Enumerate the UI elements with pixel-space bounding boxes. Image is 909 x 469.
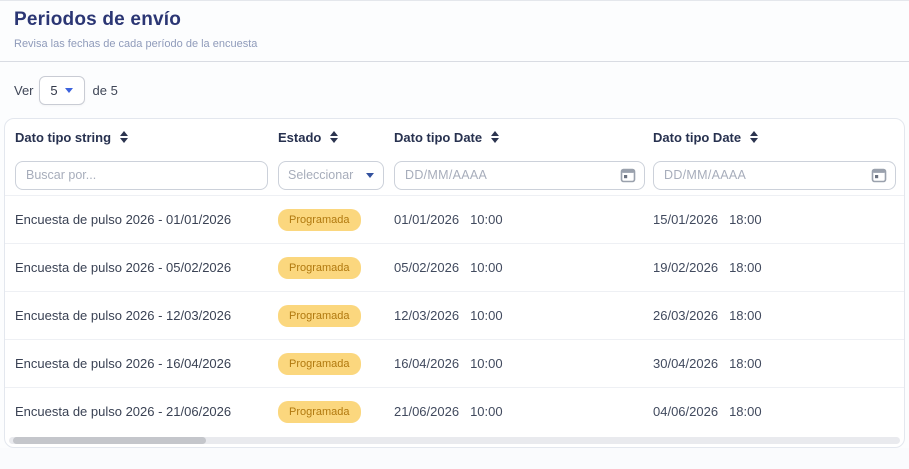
end-datetime: 30/04/202618:00 bbox=[653, 356, 898, 371]
end-datetime: 15/01/202618:00 bbox=[653, 212, 898, 227]
date-from-filter-cell: DD/MM/AAAA bbox=[394, 161, 653, 190]
status-filter-cell: Seleccionar bbox=[278, 161, 394, 190]
horizontal-scrollbar-track[interactable] bbox=[9, 437, 900, 444]
table-row[interactable]: Encuesta de pulso 2026 - 12/03/2026 Prog… bbox=[5, 291, 904, 339]
page-subtitle: Revisa las fechas de cada período de la … bbox=[14, 38, 895, 50]
chevron-down-icon bbox=[65, 88, 73, 93]
status-badge: Programada bbox=[278, 257, 361, 279]
sort-icon[interactable] bbox=[750, 131, 758, 143]
page-title: Periodos de envío bbox=[14, 9, 895, 31]
horizontal-scrollbar-thumb[interactable] bbox=[13, 437, 206, 444]
column-header-date-start[interactable]: Dato tipo Date bbox=[394, 130, 653, 145]
page-size-total-label: de 5 bbox=[93, 83, 118, 98]
chevron-down-icon bbox=[366, 173, 374, 178]
page-size-toolbar: Ver 5 de 5 bbox=[0, 62, 909, 115]
table-filter-row: Seleccionar DD/MM/AAAA DD/MM/AAAA bbox=[5, 155, 904, 195]
table-row[interactable]: Encuesta de pulso 2026 - 01/01/2026 Prog… bbox=[5, 195, 904, 243]
search-filter-cell bbox=[15, 161, 278, 190]
start-datetime: 16/04/202610:00 bbox=[394, 356, 653, 371]
period-name: Encuesta de pulso 2026 - 05/02/2026 bbox=[15, 260, 278, 275]
period-name: Encuesta de pulso 2026 - 12/03/2026 bbox=[15, 308, 278, 323]
page-size-value: 5 bbox=[50, 83, 57, 98]
table-row[interactable]: Encuesta de pulso 2026 - 05/02/2026 Prog… bbox=[5, 243, 904, 291]
table-row[interactable]: Encuesta de pulso 2026 - 21/06/2026 Prog… bbox=[5, 387, 904, 435]
column-header-string[interactable]: Dato tipo string bbox=[15, 130, 278, 145]
column-header-date-end[interactable]: Dato tipo Date bbox=[653, 130, 898, 145]
search-input[interactable] bbox=[15, 161, 268, 190]
page-size-select[interactable]: 5 bbox=[39, 76, 85, 105]
column-header-label: Dato tipo Date bbox=[394, 130, 482, 145]
column-header-estado[interactable]: Estado bbox=[278, 130, 394, 145]
calendar-icon[interactable] bbox=[871, 167, 887, 183]
calendar-icon[interactable] bbox=[620, 167, 636, 183]
date-to-input[interactable]: DD/MM/AAAA bbox=[653, 161, 896, 190]
status-badge: Programada bbox=[278, 353, 361, 375]
column-header-label: Dato tipo Date bbox=[653, 130, 741, 145]
end-datetime: 26/03/202618:00 bbox=[653, 308, 898, 323]
table-header-row: Dato tipo string Estado Dato tipo Date D… bbox=[5, 119, 904, 155]
periods-table: Dato tipo string Estado Dato tipo Date D… bbox=[4, 118, 905, 448]
status-badge: Programada bbox=[278, 209, 361, 231]
period-name: Encuesta de pulso 2026 - 21/06/2026 bbox=[15, 404, 278, 419]
end-datetime: 19/02/202618:00 bbox=[653, 260, 898, 275]
status-filter-select[interactable]: Seleccionar bbox=[278, 161, 384, 190]
end-datetime: 04/06/202618:00 bbox=[653, 404, 898, 419]
status-badge: Programada bbox=[278, 401, 361, 423]
page-background bbox=[0, 448, 909, 469]
column-header-label: Estado bbox=[278, 130, 321, 145]
date-to-placeholder: DD/MM/AAAA bbox=[664, 168, 746, 182]
sort-icon[interactable] bbox=[330, 131, 338, 143]
page-size-prefix-label: Ver bbox=[14, 83, 34, 98]
date-to-filter-cell: DD/MM/AAAA bbox=[653, 161, 898, 190]
status-badge: Programada bbox=[278, 305, 361, 327]
period-name: Encuesta de pulso 2026 - 16/04/2026 bbox=[15, 356, 278, 371]
period-name: Encuesta de pulso 2026 - 01/01/2026 bbox=[15, 212, 278, 227]
start-datetime: 12/03/202610:00 bbox=[394, 308, 653, 323]
status-filter-placeholder: Seleccionar bbox=[288, 168, 353, 182]
sort-icon[interactable] bbox=[120, 131, 128, 143]
start-datetime: 01/01/202610:00 bbox=[394, 212, 653, 227]
column-header-label: Dato tipo string bbox=[15, 130, 111, 145]
date-from-input[interactable]: DD/MM/AAAA bbox=[394, 161, 645, 190]
start-datetime: 05/02/202610:00 bbox=[394, 260, 653, 275]
date-from-placeholder: DD/MM/AAAA bbox=[405, 168, 487, 182]
sort-icon[interactable] bbox=[491, 131, 499, 143]
table-row[interactable]: Encuesta de pulso 2026 - 16/04/2026 Prog… bbox=[5, 339, 904, 387]
page-header: Periodos de envío Revisa las fechas de c… bbox=[0, 1, 909, 50]
start-datetime: 21/06/202610:00 bbox=[394, 404, 653, 419]
